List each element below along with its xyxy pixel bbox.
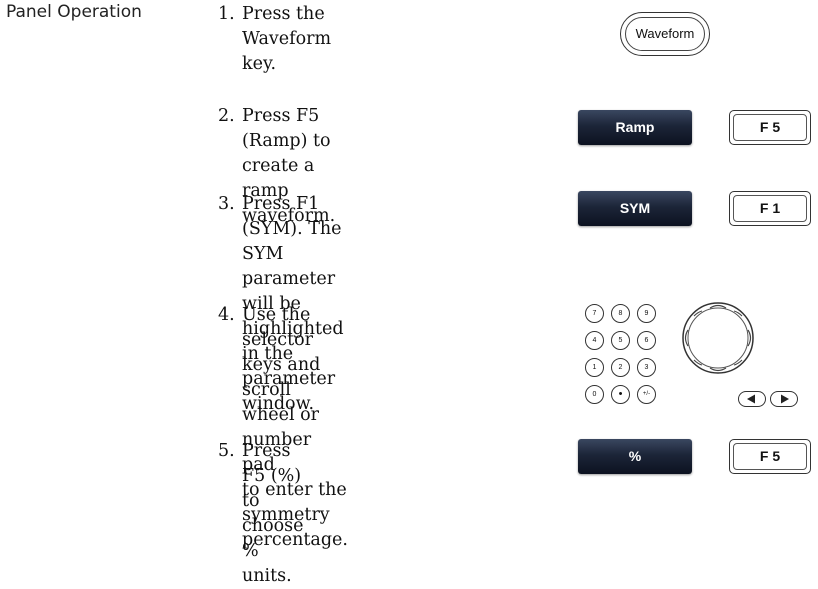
ramp-softkey[interactable]: Ramp: [578, 110, 692, 145]
step-number: 2.: [218, 106, 235, 126]
sym-softkey[interactable]: SYM: [578, 191, 692, 226]
left-arrow-key-icon[interactable]: [738, 391, 766, 407]
f5-key[interactable]: F 5: [729, 110, 811, 145]
numkey-0[interactable]: 0: [585, 385, 604, 404]
step-line: Press the Waveform key.: [242, 4, 332, 74]
f1-key-label: F 1: [733, 195, 807, 222]
step-number: 4.: [218, 305, 235, 325]
numkey-3[interactable]: 3: [637, 358, 656, 377]
numkey-1[interactable]: 1: [585, 358, 604, 377]
numkey-2[interactable]: 2: [611, 358, 630, 377]
numkey-8[interactable]: 8: [611, 304, 630, 323]
f5-key-label: F 5: [733, 114, 807, 141]
step-line: Press F1 (SYM). The SYM: [242, 194, 342, 264]
numkey-7[interactable]: 7: [585, 304, 604, 323]
f5-key[interactable]: F 5: [729, 439, 811, 474]
step-number: 1.: [218, 4, 235, 24]
step-number: 5.: [218, 441, 235, 461]
percent-softkey[interactable]: %: [578, 439, 692, 474]
numkey-plus-minus[interactable]: +/-: [637, 385, 656, 404]
waveform-key[interactable]: Waveform: [620, 12, 710, 56]
step-line: units.: [242, 566, 292, 586]
numkey-4[interactable]: 4: [585, 331, 604, 350]
numkey-6[interactable]: 6: [637, 331, 656, 350]
step-line: Press F5 (%) to choose %: [242, 441, 304, 561]
step-text: Press F5 (%) to choose % units.: [242, 439, 303, 589]
step-number: 3.: [218, 194, 235, 214]
step-line: Use the selector keys and: [242, 305, 321, 375]
section-label: Panel Operation: [6, 2, 142, 22]
numkey-5[interactable]: 5: [611, 331, 630, 350]
right-arrow-key-icon[interactable]: [770, 391, 798, 407]
scroll-wheel-icon[interactable]: [680, 300, 756, 376]
step-text: Press the Waveform key.: [242, 2, 331, 77]
f1-key[interactable]: F 1: [729, 191, 811, 226]
f5-key-label: F 5: [733, 443, 807, 470]
waveform-key-label: Waveform: [625, 17, 705, 51]
numkey-dot[interactable]: •: [611, 385, 630, 404]
step-line: Press F5 (Ramp) to create a: [242, 106, 331, 176]
numkey-9[interactable]: 9: [637, 304, 656, 323]
